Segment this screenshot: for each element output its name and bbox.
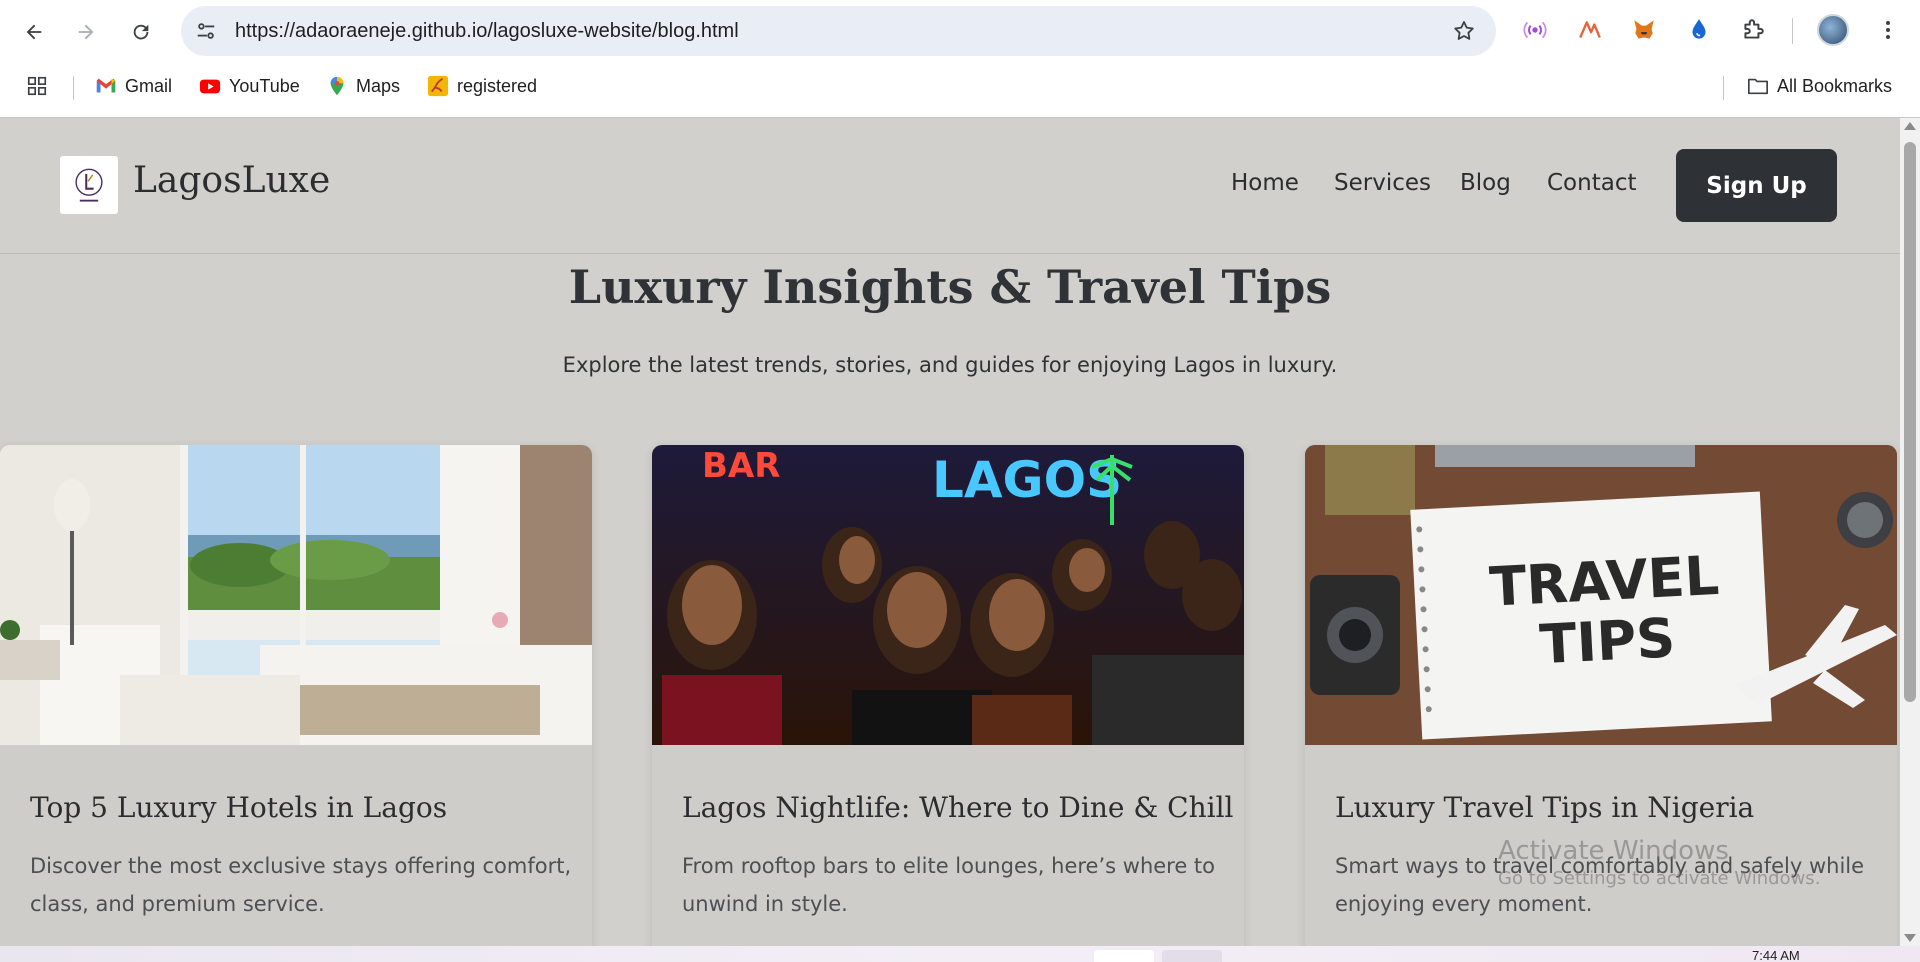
bookmark-star-icon[interactable] <box>1452 19 1476 43</box>
bookmark-label: registered <box>457 75 538 96</box>
blog-card-title[interactable]: Lagos Nightlife: Where to Dine & Chill <box>682 791 1233 824</box>
brand-name[interactable]: LagosLuxe <box>133 160 330 201</box>
all-bookmarks-label: All Bookmarks <box>1777 75 1893 96</box>
bookmark-label: YouTube <box>229 75 300 96</box>
blog-card-description: From rooftop bars to elite lounges, here… <box>682 854 1216 916</box>
reload-icon <box>133 24 149 40</box>
taskbar-app-button[interactable] <box>1162 950 1222 962</box>
toolbar-divider <box>1792 18 1793 44</box>
url-text[interactable]: https://adaoraeneje.github.io/lagosluxe-… <box>235 6 739 56</box>
extension-drop-icon[interactable] <box>1683 14 1715 46</box>
site-logo[interactable] <box>60 156 118 214</box>
apps-grid-icon <box>26 75 48 97</box>
bookmark-gmail[interactable]: Gmail <box>95 70 172 102</box>
notebook-text-travel: TRAVEL <box>1488 544 1721 619</box>
web-page: LagosLuxe Home Services Blog Contact Sig… <box>0 118 1900 946</box>
address-bar[interactable]: https://adaoraeneje.github.io/lagosluxe-… <box>181 6 1496 56</box>
notebook-text-tips: TIPS <box>1538 606 1677 676</box>
blog-card-title[interactable]: Luxury Travel Tips in Nigeria <box>1335 791 1754 824</box>
bookmark-label: Maps <box>356 75 401 96</box>
bookmark-youtube[interactable]: YouTube <box>199 70 300 102</box>
extension-broadcast-icon[interactable] <box>1519 14 1551 46</box>
bookmark-registered[interactable]: registered <box>427 70 537 102</box>
site-header: LagosLuxe Home Services Blog Contact Sig… <box>0 118 1900 254</box>
youtube-icon <box>199 75 221 97</box>
registered-icon <box>427 75 449 97</box>
profile-avatar[interactable] <box>1817 14 1849 46</box>
blog-card-title[interactable]: Top 5 Luxury Hotels in Lagos <box>30 791 447 824</box>
folder-icon <box>1747 75 1769 97</box>
extensions-puzzle-icon[interactable] <box>1737 14 1769 46</box>
neon-sign-lagos: LAGOS <box>932 451 1122 509</box>
chrome-menu-button[interactable] <box>1872 14 1904 46</box>
nav-blog-link[interactable]: Blog <box>1460 170 1511 196</box>
blog-card[interactable]: BAR LAGOS Lagos Nightlife: Where to Dine… <box>652 445 1244 946</box>
metamask-fox-icon[interactable] <box>1628 14 1660 46</box>
nav-home-link[interactable]: Home <box>1231 170 1299 196</box>
travel-tips-notebook-photo: TRAVEL TIPS <box>1305 445 1897 745</box>
reload-button[interactable] <box>121 12 161 52</box>
taskbar-app-button[interactable] <box>1094 950 1154 962</box>
bookmarks-bar: Gmail YouTube Maps registered All Bookma… <box>0 66 1920 106</box>
scroll-thumb[interactable] <box>1904 142 1916 702</box>
bookmark-maps[interactable]: Maps <box>326 70 400 102</box>
bookmark-label: Gmail <box>125 75 173 96</box>
page-subtitle: Explore the latest trends, stories, and … <box>562 353 1338 377</box>
extension-n-icon[interactable] <box>1574 14 1606 46</box>
arrow-right-icon <box>78 24 94 40</box>
site-settings-icon[interactable] <box>195 20 217 42</box>
browser-chrome: https://adaoraeneje.github.io/lagosluxe-… <box>0 0 1920 118</box>
maps-icon <box>326 75 348 97</box>
nav-contact-link[interactable]: Contact <box>1547 170 1636 196</box>
arrow-left-icon <box>26 24 42 40</box>
back-button[interactable] <box>14 12 54 52</box>
neon-sign-bar: BAR <box>702 446 780 486</box>
luxury-hotel-room-photo <box>0 445 592 745</box>
blog-card[interactable]: TRAVEL TIPS Luxury Travel Tips in Nigeri… <box>1305 445 1897 946</box>
apps-grid-button[interactable] <box>26 70 48 102</box>
nightlife-crowd-photo: BAR LAGOS <box>652 445 1244 745</box>
blog-card[interactable]: Top 5 Luxury Hotels in Lagos Discover th… <box>0 445 592 946</box>
scroll-up-arrow-icon[interactable] <box>1904 122 1916 130</box>
sign-up-button[interactable]: Sign Up <box>1676 149 1837 222</box>
nav-services-link[interactable]: Services <box>1334 170 1431 196</box>
bookmarks-separator <box>1723 76 1724 100</box>
bookmarks-separator <box>73 76 74 100</box>
taskbar-clock[interactable]: 7:44 AM <box>1752 948 1800 962</box>
blog-card-description: Discover the most exclusive stays offeri… <box>30 854 572 916</box>
more-vert-icon <box>1886 21 1890 39</box>
gmail-icon <box>95 75 117 97</box>
windows-taskbar: 7:44 AM <box>0 946 1920 962</box>
blog-card-description: Smart ways to travel comfortably and saf… <box>1335 854 1865 916</box>
all-bookmarks-button[interactable]: All Bookmarks <box>1747 70 1892 102</box>
scroll-down-arrow-icon[interactable] <box>1904 934 1916 942</box>
page-scrollbar[interactable] <box>1900 118 1920 946</box>
forward-button[interactable] <box>66 12 106 52</box>
lagosluxe-logo-icon <box>75 168 103 202</box>
page-title: Luxury Insights & Travel Tips <box>568 260 1332 314</box>
